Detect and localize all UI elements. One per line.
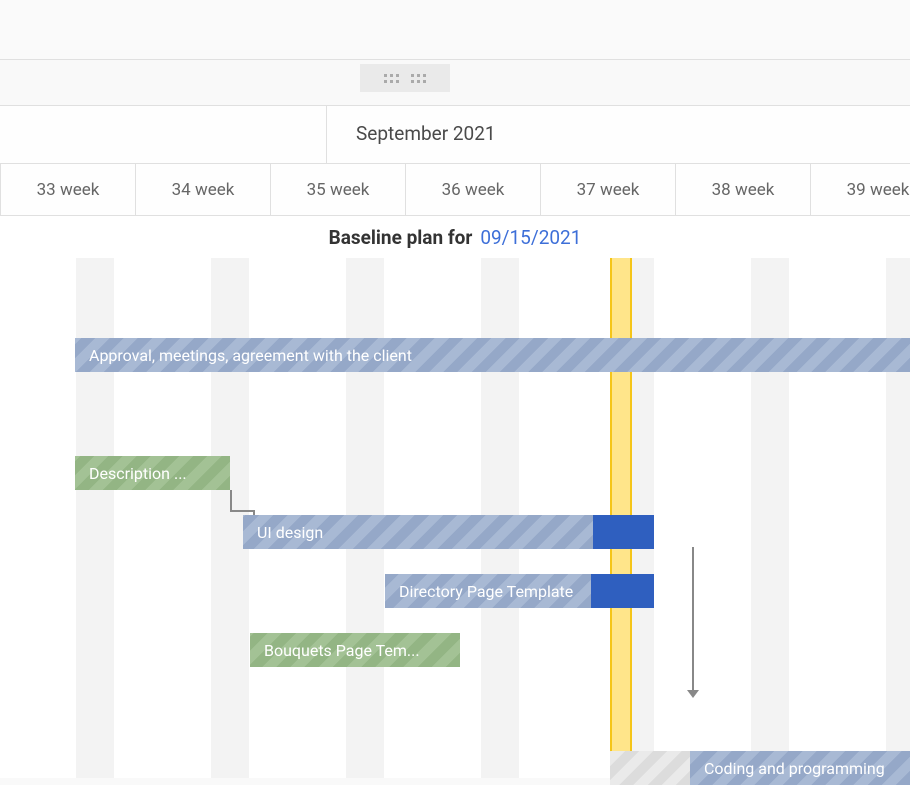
weekend-column bbox=[886, 258, 910, 778]
week-header: 35 week bbox=[270, 164, 405, 215]
week-header: 36 week bbox=[405, 164, 540, 215]
dependency-arrow-icon bbox=[687, 690, 699, 698]
weeks-row: 33 week34 week35 week36 week37 week38 we… bbox=[0, 164, 910, 216]
month-label: September 2021 bbox=[356, 122, 496, 145]
dependency-line bbox=[230, 510, 253, 512]
weekend-column bbox=[751, 258, 790, 778]
month-divider bbox=[326, 106, 327, 163]
task-bar[interactable]: Description ... bbox=[75, 456, 230, 490]
dependency-line bbox=[230, 490, 232, 510]
dependency-line bbox=[692, 547, 694, 690]
gantt-chart-area[interactable]: Approval, meetings, agreement with the c… bbox=[0, 258, 910, 778]
task-bar-progress[interactable] bbox=[593, 515, 654, 549]
timeline-header: September 2021 33 week34 week35 week36 w… bbox=[0, 105, 910, 258]
task-bar[interactable]: Directory Page Template bbox=[385, 574, 591, 608]
week-header: 33 week bbox=[0, 164, 135, 215]
week-header: 39 week bbox=[810, 164, 910, 215]
task-bar[interactable]: UI design bbox=[243, 515, 593, 549]
panel-drag-handle[interactable] bbox=[360, 64, 450, 92]
grip-icon bbox=[384, 74, 399, 83]
task-bar[interactable]: Bouquets Page Tem... bbox=[250, 633, 460, 667]
week-header: 38 week bbox=[675, 164, 810, 215]
task-bar-progress[interactable] bbox=[591, 574, 654, 608]
week-header: 34 week bbox=[135, 164, 270, 215]
top-toolbar-area bbox=[0, 0, 910, 60]
baseline-title: Baseline plan for bbox=[329, 226, 473, 249]
month-row: September 2021 bbox=[0, 106, 910, 164]
baseline-row: Baseline plan for 09/15/2021 bbox=[0, 216, 910, 258]
grip-icon bbox=[411, 74, 426, 83]
baseline-date[interactable]: 09/15/2021 bbox=[480, 226, 581, 249]
weekend-column bbox=[76, 258, 115, 778]
task-bar[interactable]: Approval, meetings, agreement with the c… bbox=[75, 338, 910, 372]
week-header: 37 week bbox=[540, 164, 675, 215]
